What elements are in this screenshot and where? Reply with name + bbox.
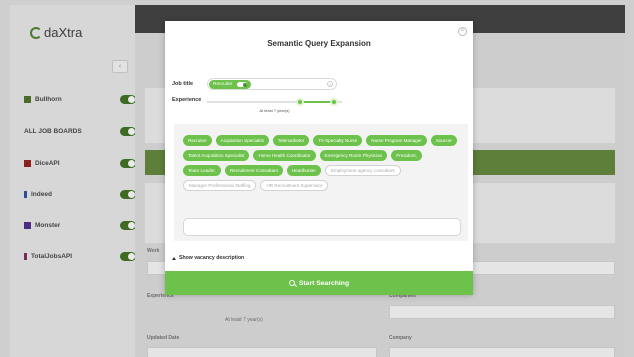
monster-icon	[24, 221, 31, 229]
work-label: Work	[147, 248, 160, 254]
job-title-chip-toggle[interactable]	[237, 82, 248, 87]
experience-caption-bg: At least 7 year(s)	[225, 317, 263, 323]
source-label: Bullhorn	[35, 95, 62, 103]
experience-caption: At least 7 year(s)	[259, 108, 290, 113]
job-title-chip[interactable]: Recruiter	[209, 80, 252, 89]
logo-text: daXtra	[44, 25, 83, 40]
close-icon: ×	[328, 82, 332, 87]
daxtra-logo-icon	[30, 26, 42, 39]
source-row-all-job-boards[interactable]: ALL JOB BOARDS	[24, 124, 136, 138]
synonym-chip[interactable]: Emergency Room Physician	[319, 150, 388, 161]
bullhorn-toggle[interactable]	[120, 94, 136, 104]
collapse-sidebar-button[interactable]: ‹	[112, 60, 128, 73]
source-row-bullhorn[interactable]: Bullhorn	[24, 92, 136, 106]
synonym-chip[interactable]: Recruiter	[183, 135, 212, 146]
synonym-chip[interactable]: Telemarketer	[272, 135, 310, 146]
start-searching-label: Start Searching	[298, 279, 350, 287]
date-field-background	[147, 347, 377, 357]
clear-job-title-button[interactable]: ×	[327, 81, 333, 87]
source-label: TotalJobsAPI	[31, 252, 73, 260]
diceapi-toggle[interactable]	[120, 158, 136, 168]
bullhorn-icon	[24, 95, 31, 103]
source-label: Indeed	[31, 190, 52, 198]
job-title-input[interactable]: Recruiter ×	[207, 78, 337, 90]
synonym-chip-list: Recruiter Acquisition Specialist Telemarke…	[183, 135, 461, 191]
companies-field-background	[389, 305, 615, 319]
start-searching-button[interactable]: Start Searching	[165, 271, 473, 295]
modal-title: Semantic Query Expansion	[267, 39, 371, 48]
experience-slider-max-handle[interactable]	[329, 98, 338, 106]
synonym-chip[interactable]: Team Leader,	[183, 165, 221, 176]
synonym-chip[interactable]: Headhunter	[286, 165, 321, 176]
source-row-totaljobsapi[interactable]: TotalJobsAPI	[24, 249, 136, 263]
synonym-chip[interactable]: Recruitment Consultant	[224, 165, 283, 176]
synonym-chip[interactable]: Nurse Program Manager	[366, 135, 427, 146]
semantic-query-expansion-modal: Semantic Query Expansion × Job title Rec…	[165, 21, 473, 295]
add-synonym-input[interactable]	[183, 218, 461, 236]
synonym-chip[interactable]: President,	[391, 150, 422, 161]
totaljobs-icon	[24, 252, 27, 260]
experience-slider-min-handle[interactable]	[296, 98, 305, 106]
all-job-boards-toggle[interactable]	[120, 126, 136, 136]
synonym-chip[interactable]: Tri-Specialty Nurse	[313, 135, 363, 146]
job-title-label: Job title	[172, 81, 194, 87]
source-row-diceapi[interactable]: DiceAPI	[24, 156, 136, 170]
app-frame: daXtra ‹ Bullhorn ALL JOB BOARDS DiceAPI…	[0, 0, 634, 357]
source-label: DiceAPI	[35, 159, 60, 167]
job-title-chip-label: Recruiter	[213, 82, 233, 87]
caret-up-icon	[172, 256, 176, 260]
source-label: Monster	[35, 221, 61, 229]
synonym-chip[interactable]: Sourcer	[430, 135, 457, 146]
indeed-toggle[interactable]	[120, 189, 136, 199]
synonym-chip[interactable]: Acquisition Specialist	[215, 135, 269, 146]
synonym-chip[interactable]: Manager Professional Staffing	[183, 180, 257, 191]
sidebar: daXtra ‹ Bullhorn ALL JOB BOARDS DiceAPI…	[10, 5, 136, 357]
experience-slider[interactable]	[207, 98, 342, 106]
updated-date-label: Updated Date	[147, 335, 180, 341]
close-button[interactable]: ×	[458, 27, 467, 36]
chevron-left-icon: ‹	[118, 63, 122, 70]
company-field-background	[389, 347, 615, 357]
show-vacancy-description-toggle[interactable]: Show vacancy description	[172, 255, 244, 261]
synonym-chip[interactable]: Home Health Coordinator	[253, 150, 316, 161]
experience-label: Experience	[172, 97, 202, 103]
synonyms-panel: Recruiter Acquisition Specialist Telemarke…	[174, 124, 468, 241]
monster-toggle[interactable]	[120, 220, 136, 230]
daxtra-logo: daXtra	[30, 25, 82, 40]
synonym-chip[interactable]: Employment agency consultant	[324, 165, 401, 176]
synonym-chip[interactable]: Talent Acquisition Specialist	[183, 150, 250, 161]
source-label: ALL JOB BOARDS	[24, 127, 82, 135]
source-row-indeed[interactable]: Indeed	[24, 187, 136, 201]
close-icon: ×	[460, 28, 465, 34]
company-label: Company	[389, 335, 412, 341]
indeed-icon	[24, 190, 27, 198]
totaljobsapi-toggle[interactable]	[120, 251, 136, 261]
search-icon	[288, 280, 295, 286]
dice-icon	[24, 159, 31, 167]
show-vacancy-description-label: Show vacancy description	[179, 255, 245, 261]
experience-slider-range	[300, 101, 334, 103]
source-row-monster[interactable]: Monster	[24, 218, 136, 232]
synonym-chip[interactable]: HR Recruitment Supervisor	[260, 180, 329, 191]
